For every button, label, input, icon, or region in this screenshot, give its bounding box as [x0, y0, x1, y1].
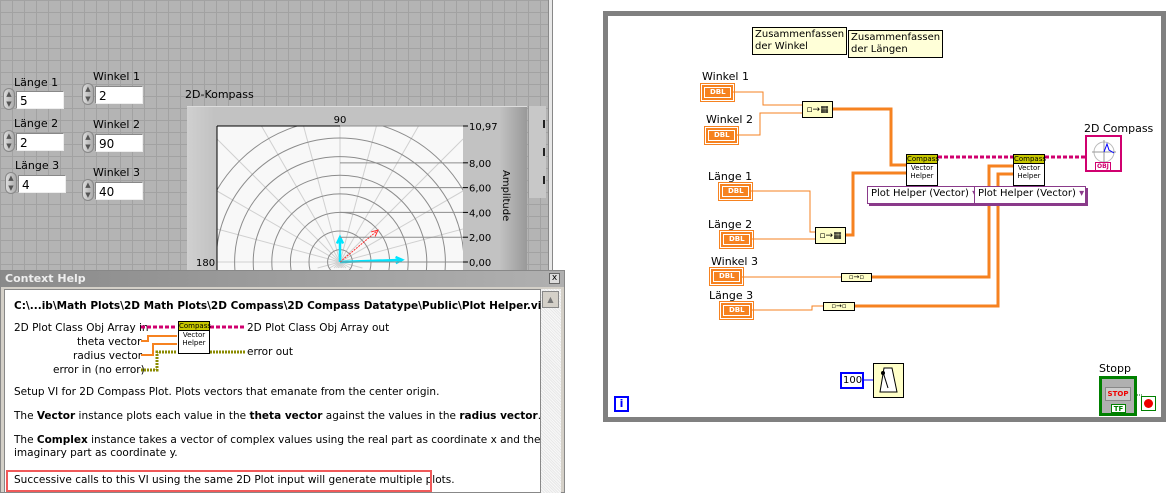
term-winkel3[interactable]: DBL — [709, 267, 744, 286]
term-laenge3[interactable]: DBL — [719, 301, 754, 320]
loop-condition-terminal[interactable] — [1141, 396, 1156, 411]
polymorphic-selector-2[interactable]: Plot Helper (Vector) ▾ — [974, 186, 1086, 204]
stop-label: Stopp — [1099, 362, 1131, 375]
term-winkel3-label: Winkel 3 — [711, 255, 758, 268]
vector-helper-vi-1[interactable]: Compass Vector Helper — [906, 154, 939, 186]
term-laenge1-label: Länge 1 — [708, 170, 753, 183]
term-winkel1[interactable]: DBL — [700, 83, 735, 102]
loop-iteration-terminal: i — [614, 396, 629, 412]
term-laenge3-label: Länge 3 — [709, 289, 754, 302]
comment-laengen: Zusammenfassen der Längen — [848, 30, 944, 58]
tf-tag: TF — [1111, 404, 1126, 413]
comment-winkel: Zusammenfassen der Winkel — [752, 27, 848, 55]
build-array-winkel3[interactable]: ▫→▫ — [841, 273, 872, 282]
build-array-winkel[interactable]: ▫→▦ — [802, 101, 833, 118]
wires — [733, 91, 1142, 396]
term-winkel1-label: Winkel 1 — [702, 70, 749, 83]
help-paragraph-3b: imaginary part as coordinate y. — [14, 447, 178, 459]
term-laenge1[interactable]: DBL — [718, 182, 753, 201]
stop-button-label: STOP — [1105, 387, 1131, 401]
term-winkel2-label: Winkel 2 — [706, 113, 753, 126]
term-winkel2[interactable]: DBL — [704, 126, 739, 145]
wait-metronome-icon[interactable] — [873, 363, 904, 398]
polymorphic-selector-1[interactable]: Plot Helper (Vector) ▾ — [867, 186, 977, 204]
highlight-box — [6, 470, 432, 492]
term-laenge2[interactable]: DBL — [719, 230, 754, 249]
compass-indicator-label: 2D Compass — [1084, 122, 1154, 135]
build-array-laengen[interactable]: ▫→▦ — [815, 227, 846, 244]
obj-tag: OBJ — [1095, 162, 1111, 171]
vector-helper-vi-2[interactable]: Compass Vector Helper — [1013, 154, 1046, 186]
compass-indicator-terminal[interactable]: OBJ — [1085, 135, 1122, 172]
build-array-laenge3[interactable]: ▫→▫ — [823, 302, 855, 311]
stop-button-terminal[interactable]: STOP TF — [1099, 376, 1137, 416]
help-paragraph-3: The Complex instance takes a vector of c… — [14, 434, 541, 446]
term-laenge2-label: Länge 2 — [708, 218, 753, 231]
wait-ms-constant[interactable]: 100 — [840, 372, 864, 389]
